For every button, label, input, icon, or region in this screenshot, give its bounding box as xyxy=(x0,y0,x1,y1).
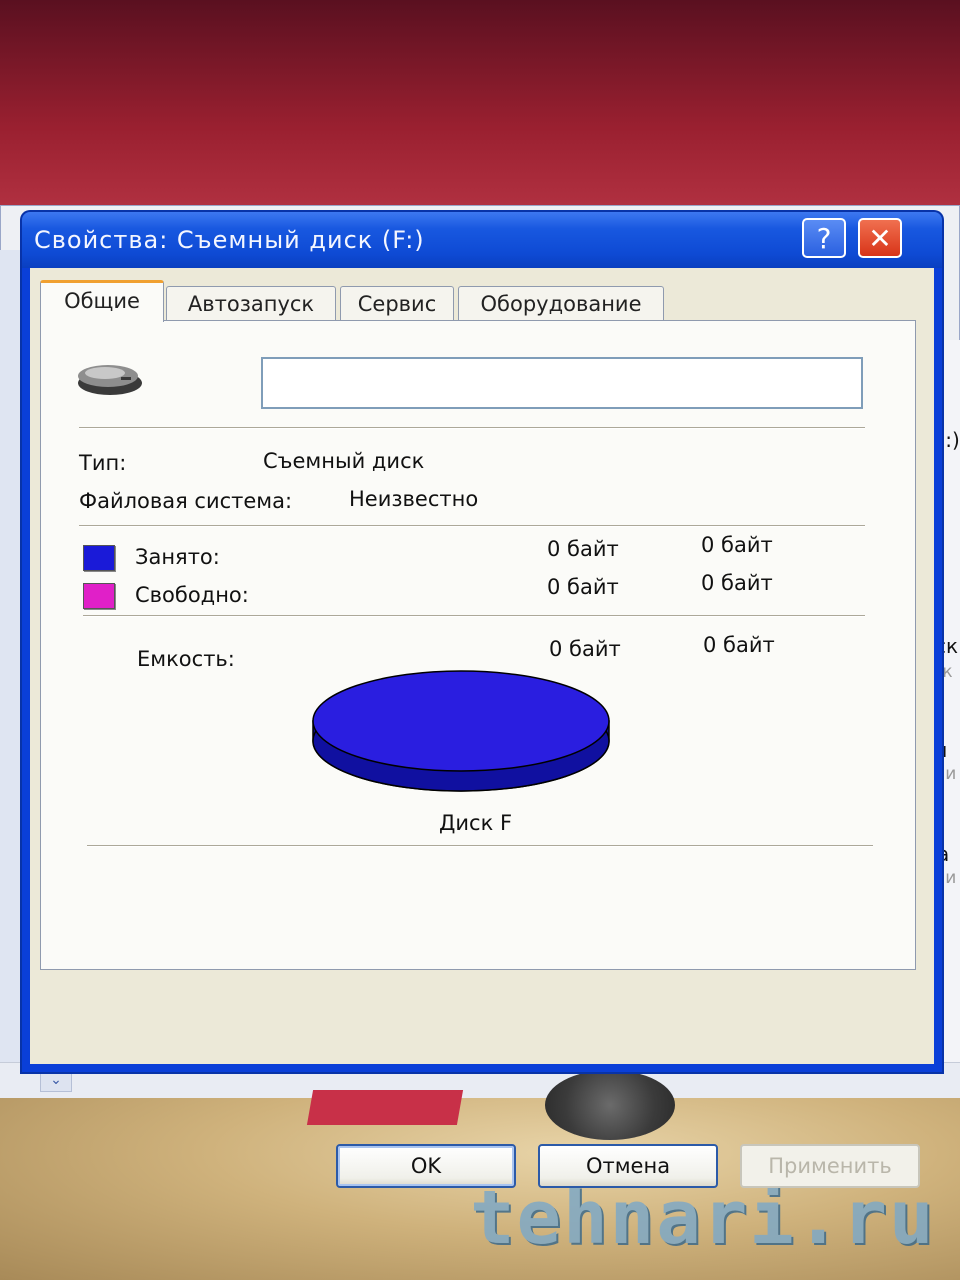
divider xyxy=(87,845,873,847)
used-space-size: 0 байт xyxy=(701,533,773,557)
dialog-client-area: Общие Автозапуск Сервис Оборудование Тип… xyxy=(30,268,934,1064)
removable-drive-icon xyxy=(78,365,142,395)
disk-usage-pie-chart xyxy=(312,670,610,792)
capacity-label: Емкость: xyxy=(137,647,235,671)
dialog-title: Свойства: Съемный диск (F:) xyxy=(34,226,425,254)
type-value: Съемный диск xyxy=(263,449,425,473)
type-label: Тип: xyxy=(79,451,127,475)
properties-dialog: Свойства: Съемный диск (F:) ? ✕ Общие Ав… xyxy=(22,212,942,1188)
dialog-titlebar[interactable]: Свойства: Съемный диск (F:) ? ✕ xyxy=(22,212,942,268)
free-space-size: 0 байт xyxy=(701,571,773,595)
general-tab-panel: Тип: Съемный диск Файловая система: Неиз… xyxy=(40,320,916,970)
tab-hardware[interactable]: Оборудование xyxy=(458,286,664,320)
capacity-size: 0 байт xyxy=(703,633,775,657)
free-space-color-swatch xyxy=(83,583,115,609)
wallpaper-truck-wheel xyxy=(545,1070,675,1140)
ok-button[interactable]: OK xyxy=(336,1144,516,1188)
volume-label-input[interactable] xyxy=(261,357,863,409)
filesystem-label: Файловая система: xyxy=(79,489,293,513)
apply-button[interactable]: Применить xyxy=(740,1144,920,1188)
capacity-bytes: 0 байт xyxy=(549,637,621,661)
tab-general[interactable]: Общие xyxy=(40,280,164,322)
tab-tools[interactable]: Сервис xyxy=(340,286,454,320)
divider xyxy=(79,427,865,429)
used-space-label: Занято: xyxy=(135,545,220,569)
wallpaper-truck-body xyxy=(306,1090,464,1125)
used-space-bytes: 0 байт xyxy=(547,537,619,561)
close-button[interactable]: ✕ xyxy=(858,218,902,258)
help-button[interactable]: ? xyxy=(802,218,846,258)
disk-caption: Диск F xyxy=(439,811,513,835)
tab-autoplay[interactable]: Автозапуск xyxy=(166,286,336,320)
background-left-panel xyxy=(0,250,22,1090)
divider xyxy=(79,525,865,527)
filesystem-value: Неизвестно xyxy=(349,487,479,511)
free-space-label: Свободно: xyxy=(135,583,249,607)
divider xyxy=(83,615,865,617)
used-space-color-swatch xyxy=(83,545,115,571)
free-space-bytes: 0 байт xyxy=(547,575,619,599)
cancel-button[interactable]: Отмена xyxy=(538,1144,718,1188)
